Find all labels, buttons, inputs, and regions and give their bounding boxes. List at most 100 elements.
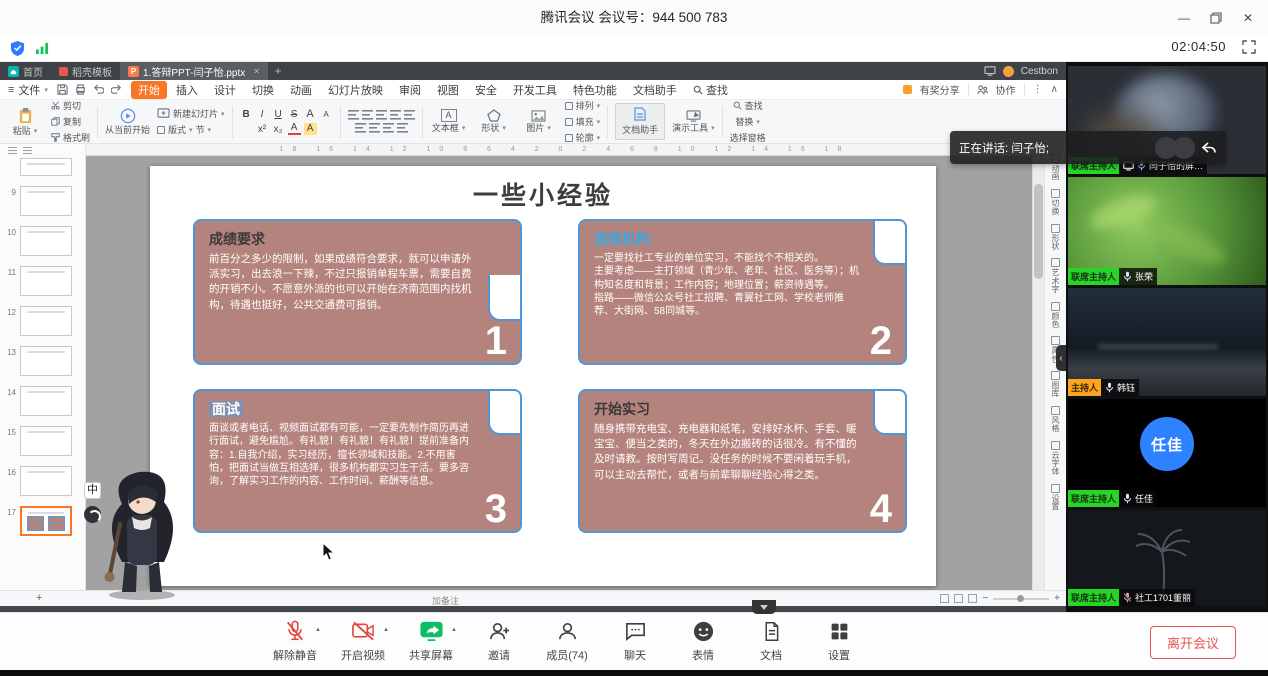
align-left-icon[interactable]	[355, 123, 366, 133]
security-shield-icon[interactable]	[10, 40, 25, 57]
ribbon-tab-transition[interactable]: 切换	[245, 81, 281, 99]
settings-button[interactable]: 设置	[812, 618, 866, 663]
slide-box-interview[interactable]: 面试 面谈或者电话、视频面试都有可能，一定要先制作简历再进行面试，避免尴尬。有礼…	[193, 389, 522, 533]
slide-thumbnail-selected[interactable]: 17	[0, 506, 77, 536]
wps-home-tab[interactable]: 首页	[0, 62, 51, 80]
wps-template-tab[interactable]: 稻壳模板	[51, 62, 120, 80]
superscript-button[interactable]: x²	[256, 124, 269, 135]
file-menu-button[interactable]: ≡ 文件 ▾	[8, 82, 48, 98]
italic-button[interactable]: I	[256, 109, 269, 120]
rail-transition[interactable]: 切换	[1050, 189, 1061, 217]
unmute-button[interactable]: ▲ 解除静音	[268, 618, 322, 663]
increase-indent-icon[interactable]	[390, 110, 401, 120]
ribbon-tab-animation[interactable]: 动画	[283, 81, 319, 99]
emoji-button[interactable]: 表情	[676, 618, 730, 663]
ribbon-tab-insert[interactable]: 插入	[169, 81, 205, 99]
rail-wordart[interactable]: 艺术字	[1050, 258, 1061, 294]
ribbon-tab-review[interactable]: 审阅	[392, 81, 428, 99]
slides-view-icon[interactable]	[23, 147, 32, 154]
account-avatar[interactable]	[1003, 66, 1014, 77]
textbox-button[interactable]: A 文本框▾	[430, 109, 468, 134]
close-button[interactable]: ✕	[1232, 0, 1264, 36]
doc-assistant-button[interactable]: 文档助手	[615, 103, 665, 140]
chat-button[interactable]: 聊天	[608, 618, 662, 663]
scrollbar-thumb[interactable]	[1034, 184, 1043, 279]
chevron-up-icon[interactable]: ▲	[451, 627, 457, 633]
slide-box-grades[interactable]: 成绩要求 前百分之多少的限制，如果成绩符合要求，就可以申请外派实习，出去浪一下辣…	[193, 219, 522, 365]
maximize-button[interactable]	[1200, 0, 1232, 36]
ime-chinese-toggle[interactable]: 中	[84, 482, 101, 499]
slide-thumbnail[interactable]: 16	[0, 466, 77, 496]
section-button[interactable]: 节	[196, 123, 205, 136]
network-signal-icon[interactable]	[35, 42, 50, 55]
share-bar-collapse-handle[interactable]	[752, 600, 776, 614]
slide-thumbnail[interactable]: 10	[0, 226, 77, 256]
sidebar-collapse-handle[interactable]: ‹	[1056, 345, 1066, 371]
find-button[interactable]: 查找	[733, 99, 763, 112]
new-document-tab-button[interactable]: +	[268, 64, 288, 78]
slide-thumbnail-panel[interactable]: 9 10 11 12 13 14 15 16 17	[0, 144, 86, 590]
bullet-list-icon[interactable]	[348, 110, 359, 120]
slide-box-start-internship[interactable]: 开始实习 随身携带充电宝、充电器和纸笔，安排好水杯、手套、暖宝宝、便当之类的，冬…	[578, 389, 907, 533]
wps-document-tab[interactable]: P 1.答辩PPT-闫子怡.pptx ✕	[120, 62, 268, 80]
slide-thumbnail[interactable]: 14	[0, 386, 77, 416]
cut-button[interactable]: 剪切	[51, 99, 90, 112]
print-icon[interactable]	[75, 84, 86, 95]
invite-button[interactable]: 邀请	[472, 618, 526, 663]
zoom-slider-thumb[interactable]	[1017, 595, 1024, 602]
align-center-icon[interactable]	[369, 123, 380, 133]
docs-button[interactable]: 文档	[744, 618, 798, 663]
slide-thumbnail[interactable]: 15	[0, 426, 77, 456]
numbered-list-icon[interactable]	[362, 110, 373, 120]
font-color-button[interactable]: A	[288, 123, 301, 135]
slide-thumbnail[interactable]: 9	[0, 186, 77, 216]
ribbon-tab-devtools[interactable]: 开发工具	[506, 81, 564, 99]
ribbon-tab-view[interactable]: 视图	[430, 81, 466, 99]
minimize-button[interactable]: —	[1168, 0, 1200, 36]
present-tools-button[interactable]: 演示工具▾	[672, 110, 715, 134]
underline-button[interactable]: U	[272, 109, 285, 120]
normal-view-icon[interactable]	[940, 594, 949, 603]
more-menu-icon[interactable]: ⋮	[1033, 84, 1043, 95]
reply-arrow-icon[interactable]	[1201, 141, 1217, 155]
ribbon-tab-security[interactable]: 安全	[468, 81, 504, 99]
bold-button[interactable]: B	[240, 109, 253, 120]
copy-button[interactable]: 复制	[51, 115, 90, 128]
ribbon-tab-design[interactable]: 设计	[207, 81, 243, 99]
format-painter-button[interactable]: 格式刷	[51, 131, 90, 144]
chevron-up-icon[interactable]: ▲	[315, 627, 321, 633]
collaborate-button[interactable]: 协作	[996, 82, 1016, 97]
rail-cloud-fonts[interactable]: 云字体	[1050, 441, 1061, 477]
replace-button[interactable]: 替换▾	[735, 115, 760, 128]
decrease-indent-icon[interactable]	[376, 110, 387, 120]
highlight-button[interactable]: A	[304, 123, 317, 135]
paste-button[interactable]: 粘贴▾	[6, 107, 44, 137]
undo-icon[interactable]	[93, 84, 104, 95]
rail-gallery[interactable]: 图库	[1050, 371, 1061, 399]
picture-button[interactable]: 图片▾	[520, 110, 558, 134]
rail-color[interactable]: 颜色	[1050, 302, 1061, 330]
line-spacing-icon[interactable]	[404, 110, 415, 120]
start-video-button[interactable]: ▲ 开启视频	[336, 618, 390, 663]
add-slide-button[interactable]: +	[36, 592, 42, 604]
slide-thumbnail[interactable]: 11	[0, 266, 77, 296]
justify-icon[interactable]	[397, 123, 408, 133]
outline-button[interactable]: 轮廓▾	[565, 131, 601, 144]
zoom-in-icon[interactable]: +	[1054, 593, 1060, 604]
increase-font-button[interactable]: A	[304, 108, 317, 120]
ime-logo-icon[interactable]	[84, 506, 101, 523]
share-screen-button[interactable]: ▲ 共享屏幕	[404, 618, 458, 663]
save-icon[interactable]	[57, 84, 68, 95]
zoom-slider[interactable]	[993, 598, 1049, 600]
ribbon-tab-features[interactable]: 特色功能	[566, 81, 624, 99]
decrease-font-button[interactable]: A	[320, 110, 333, 119]
slide-thumbnail[interactable]	[0, 158, 77, 176]
menu-find-button[interactable]: 查找	[693, 82, 728, 98]
present-mode-icon[interactable]	[984, 66, 996, 76]
participant-tile[interactable]: 联席主持人 张荣	[1068, 177, 1266, 285]
select-pane-button[interactable]: 选择窗格	[730, 131, 766, 144]
outline-view-icon[interactable]	[8, 147, 17, 154]
vertical-scrollbar[interactable]	[1032, 156, 1044, 590]
shape-button[interactable]: 形状▾	[475, 109, 513, 134]
strikethrough-button[interactable]: S	[288, 109, 301, 120]
